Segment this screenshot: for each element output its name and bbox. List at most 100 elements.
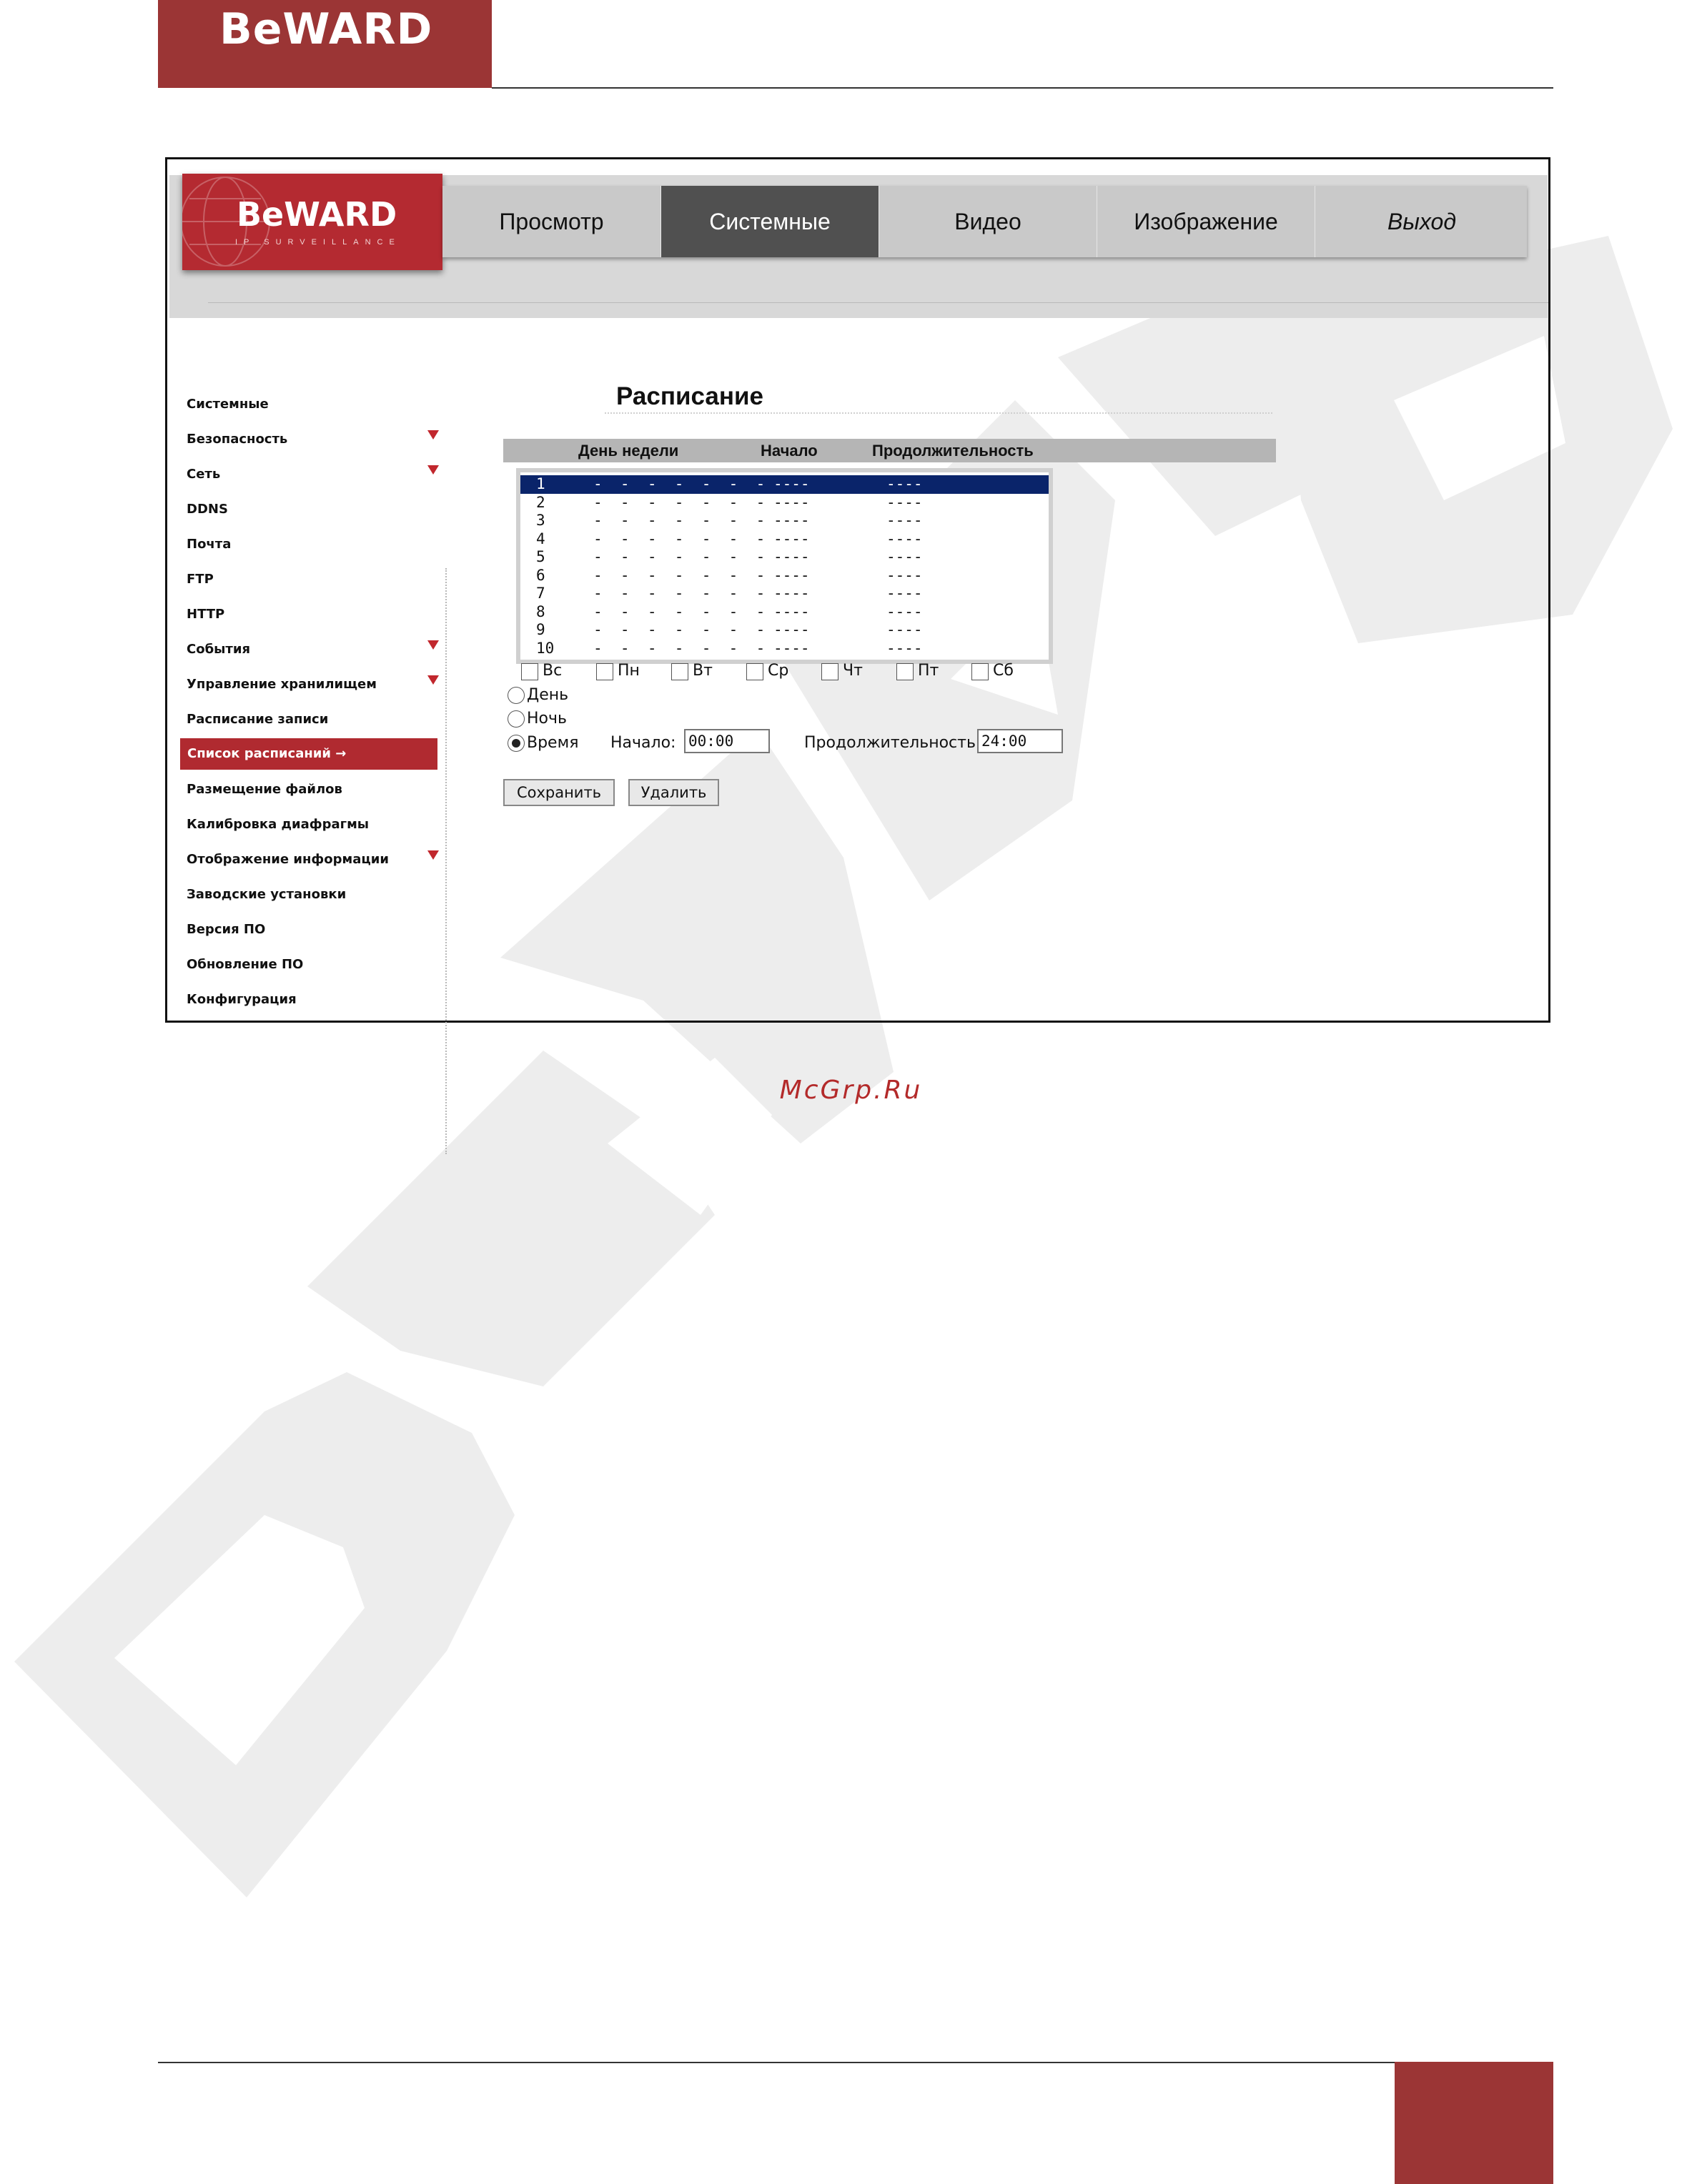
list-item[interactable]: 4 - - - - - - - ---- ---- (520, 530, 1049, 549)
camera-logo: BeWARD IP SURVEILLANCE (182, 174, 442, 270)
list-item[interactable]: 3 - - - - - - - ---- ---- (520, 512, 1049, 530)
duration-input[interactable] (977, 729, 1063, 753)
checkbox-label: Сб (993, 662, 1014, 680)
radio-night-label: Ночь (527, 710, 567, 728)
row-start: ---- (773, 475, 810, 492)
sidebar-item-ddns[interactable]: DDNS (187, 495, 228, 524)
checkbox-thursday[interactable] (821, 663, 838, 680)
checkbox-sunday[interactable] (521, 663, 538, 680)
list-item[interactable]: 7 - - - - - - - ---- ---- (520, 585, 1049, 603)
row-days: - - - - - - - (593, 475, 766, 492)
document-footer-rule (158, 2062, 1395, 2063)
sidebar-item-info-display[interactable]: Отображение информации (187, 845, 389, 874)
expand-arrow-icon[interactable] (427, 465, 439, 475)
row-days: - - - - - - - (593, 602, 766, 620)
checkbox-friday[interactable] (896, 663, 914, 680)
expand-arrow-icon[interactable] (427, 850, 439, 860)
sidebar-item-security[interactable]: Безопасность (187, 425, 287, 454)
checkbox-label: Чт (843, 662, 863, 680)
delete-button[interactable]: Удалить (628, 779, 719, 806)
radio-day-label: День (527, 686, 569, 704)
sidebar-item-record-schedule[interactable]: Расписание записи (187, 705, 328, 734)
row-duration: ---- (886, 621, 923, 638)
checkbox-label: Вс (543, 662, 563, 680)
expand-arrow-icon[interactable] (427, 675, 439, 685)
checkbox-tuesday[interactable] (671, 663, 688, 680)
sidebar-item-firmware-update[interactable]: Обновление ПО (187, 950, 303, 979)
start-time-input[interactable] (684, 729, 770, 753)
row-start: ---- (773, 530, 810, 547)
top-nav: Просмотр Системные Видео Изображение Вых… (442, 186, 1527, 257)
sidebar-item-schedule-list-label: Список расписаний → (187, 738, 346, 770)
sidebar-item-factory-defaults[interactable]: Заводские установки (187, 880, 346, 909)
row-number: 8 (536, 602, 545, 620)
list-item[interactable]: 10 - - - - - - - ---- ---- (520, 640, 1049, 658)
site-watermark-text: McGrp.Ru (779, 1076, 923, 1105)
header-band-bottom (169, 304, 1548, 318)
list-item[interactable]: 9 - - - - - - - ---- ---- (520, 621, 1049, 640)
row-number: 4 (536, 530, 545, 547)
column-header-duration: Продолжительность (872, 442, 1034, 460)
row-days: - - - - - - - (593, 621, 766, 638)
checkbox-label: Пт (918, 662, 939, 680)
sidebar-item-file-placement[interactable]: Размещение файлов (187, 775, 342, 804)
row-duration: ---- (886, 566, 923, 584)
camera-logo-text: BeWARD (237, 195, 397, 234)
radio-time-label: Время (527, 734, 579, 752)
sidebar-item-network[interactable]: Сеть (187, 460, 220, 489)
radio-time[interactable] (508, 735, 525, 752)
list-item[interactable]: 2 - - - - - - - ---- ---- (520, 494, 1049, 512)
column-header-start: Начало (761, 442, 818, 460)
sidebar-item-configuration[interactable]: Конфигурация (187, 986, 297, 1014)
radio-night[interactable] (508, 710, 525, 728)
list-item[interactable]: 6 - - - - - - - ---- ---- (520, 567, 1049, 585)
screenshot-frame: BeWARD IP SURVEILLANCE Просмотр Системны… (165, 157, 1550, 1154)
row-days: - - - - - - - (593, 566, 766, 584)
document-logo-text: BeWARD (219, 4, 433, 54)
sidebar-item-firmware-version[interactable]: Версия ПО (187, 915, 265, 944)
arrow-right-icon: → (335, 746, 347, 761)
tab-system[interactable]: Системные (661, 186, 879, 257)
row-duration: ---- (886, 475, 923, 492)
document-footer-block (1395, 2062, 1553, 2184)
page-title: Расписание (616, 382, 763, 410)
schedule-list[interactable]: 1 - - - - - - - ---- ---- 2 - - - - - - … (516, 468, 1053, 664)
list-item[interactable]: 8 - - - - - - - ---- ---- (520, 603, 1049, 622)
row-start: ---- (773, 512, 810, 529)
tab-preview[interactable]: Просмотр (442, 186, 661, 257)
schedule-table-header: День недели Начало Продолжительность (503, 439, 1276, 462)
radio-day[interactable] (508, 687, 525, 704)
sidebar-item-events[interactable]: События (187, 635, 250, 664)
sidebar-item-mail[interactable]: Почта (187, 530, 231, 559)
row-duration: ---- (886, 493, 923, 511)
save-button[interactable]: Сохранить (503, 779, 615, 806)
sidebar-item-system[interactable]: Системные (187, 390, 269, 419)
sidebar-item-http[interactable]: HTTP (187, 600, 224, 629)
row-start: ---- (773, 493, 810, 511)
checkbox-saturday[interactable] (971, 663, 989, 680)
checkbox-monday[interactable] (596, 663, 613, 680)
sidebar-item-storage[interactable]: Управление хранилищем (187, 670, 377, 699)
row-number: 10 (536, 639, 555, 657)
row-duration: ---- (886, 548, 923, 565)
row-days: - - - - - - - (593, 548, 766, 565)
checkbox-label: Ср (768, 662, 789, 680)
tab-image[interactable]: Изображение (1097, 186, 1315, 257)
sidebar-item-iris-calibration[interactable]: Калибровка диафрагмы (187, 810, 369, 839)
tab-logout[interactable]: Выход (1315, 186, 1528, 257)
sidebar-item-ftp[interactable]: FTP (187, 565, 214, 594)
list-item[interactable]: 5 - - - - - - - ---- ---- (520, 548, 1049, 567)
checkbox-wednesday[interactable] (746, 663, 763, 680)
list-item[interactable]: 1 - - - - - - - ---- ---- (520, 475, 1049, 494)
row-start: ---- (773, 548, 810, 565)
row-start: ---- (773, 602, 810, 620)
expand-arrow-icon[interactable] (427, 640, 439, 650)
row-duration: ---- (886, 639, 923, 657)
expand-arrow-icon[interactable] (427, 430, 439, 440)
checkbox-label: Вт (693, 662, 713, 680)
row-start: ---- (773, 566, 810, 584)
checkbox-label: Пн (618, 662, 640, 680)
row-start: ---- (773, 621, 810, 638)
tab-video[interactable]: Видео (879, 186, 1097, 257)
sidebar-item-schedule-list[interactable]: Список расписаний → (180, 738, 437, 770)
